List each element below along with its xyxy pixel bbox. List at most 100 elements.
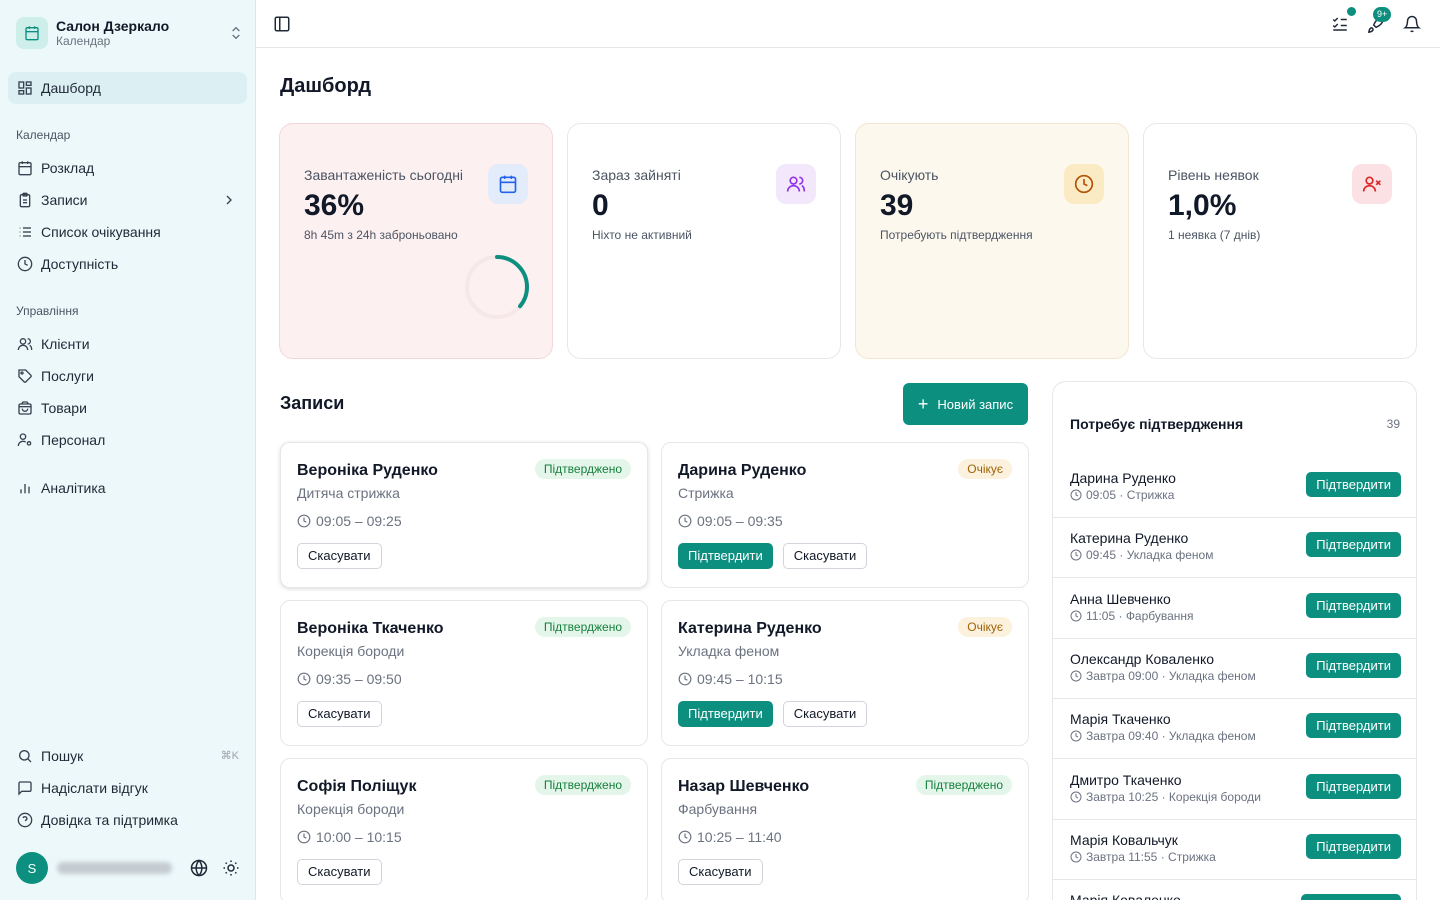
stat-value: 36% (304, 189, 365, 222)
pending-row[interactable]: Анна Шевченко 11:05 · Фарбування Підтверди… (1053, 579, 1416, 639)
appointment-card[interactable]: Катерина Руденко Укладка феном 09:45 – 1… (661, 600, 1029, 746)
sidebar-item-services[interactable]: Послуги (8, 360, 247, 392)
sidebar-item-products[interactable]: Товари (8, 392, 247, 424)
appointment-card[interactable]: Дарина Руденко Стрижка 09:05 – 09:35 Очі… (661, 442, 1029, 588)
sidebar-item-feedback[interactable]: Надіслати відгук (8, 772, 247, 804)
client-name: Марія Коваленко (1070, 892, 1181, 900)
client-name: Катерина Руденко (678, 620, 822, 637)
sidebar-item-waitlist[interactable]: Список очікування (8, 216, 247, 248)
client-name: Дарина Руденко (678, 462, 807, 479)
service-name: Корекція бороди (297, 643, 405, 659)
sidebar-item-dashboard[interactable]: Дашборд (8, 72, 247, 104)
stat-card-no-show-rate: Рівень неявок 1,0% 1 неявка (7 днів) (1143, 123, 1417, 359)
clock-icon (1064, 164, 1104, 204)
message-square-icon (17, 780, 33, 796)
stat-card-pending: Очікують 39 Потребують підтвердження (855, 123, 1129, 359)
client-name: Анна Шевченко (1070, 590, 1171, 607)
sidebar-item-clients[interactable]: Клієнти (8, 328, 247, 360)
appointment-time: 10:25 – 11:40 (678, 829, 782, 845)
sun-icon[interactable] (222, 859, 240, 877)
calendar-icon (16, 17, 48, 49)
client-name: Вероніка Руденко (297, 462, 438, 479)
confirm-button[interactable]: Підтвердити (1306, 592, 1401, 618)
appointment-card[interactable]: Назар Шевченко Фарбування 10:25 – 11:40 … (661, 758, 1029, 900)
separator-dot: · (1158, 668, 1169, 683)
cancel-button[interactable]: Скасувати (297, 701, 382, 727)
status-badge: Підтверджено (534, 617, 631, 637)
confirm-button[interactable]: Підтвердити (1306, 652, 1401, 678)
separator-dot: · (1116, 488, 1127, 502)
pending-row[interactable]: Марія Ковальчук Завтра 11:55 · Стрижка Під… (1053, 820, 1416, 880)
nav-section-calendar: Календар (16, 128, 71, 142)
confirm-button[interactable]: Підтвердити (1306, 833, 1401, 859)
confirm-button[interactable]: Підтвердити (1306, 472, 1401, 497)
pending-confirmation-panel: Потребує підтвердження 39 Дарина Руденко… (1052, 381, 1417, 900)
sidebar-toggle-icon[interactable] (273, 15, 291, 33)
pending-row[interactable]: Катерина Руденко 09:45 · Укладка феном Під… (1053, 518, 1416, 579)
cancel-button[interactable]: Скасувати (782, 543, 868, 569)
pending-count: 39 (1386, 417, 1400, 431)
new-appointment-button[interactable]: + Новий запис (903, 383, 1028, 425)
sidebar-item-availability[interactable]: Доступність (8, 248, 247, 280)
confirm-button[interactable]: Підтвердити (1306, 532, 1401, 558)
confirm-button[interactable]: Підтвердити (1306, 773, 1401, 799)
appointment-meta: 09:45 · Укладка феном (1070, 548, 1213, 562)
time-range: 09:35 – 09:50 (316, 671, 402, 687)
appointment-meta: Завтра 09:40 · Укладка феном (1070, 729, 1256, 743)
appointment-card[interactable]: Вероніка Руденко Дитяча стрижка 09:05 – … (280, 442, 648, 588)
sidebar-item-label: Список очікування (41, 224, 161, 240)
service-name: Укладка феном (678, 643, 780, 659)
appointment-when: 09:05 (1086, 488, 1117, 502)
clock-icon (1070, 670, 1086, 682)
confirm-button[interactable]: Підтвердити (678, 701, 773, 727)
clock-icon (17, 256, 33, 272)
pending-row[interactable]: Марія Коваленко (1053, 880, 1416, 900)
status-badge: Очікує (958, 617, 1012, 637)
page-title: Дашборд (280, 75, 372, 97)
service-name: Дитяча стрижка (297, 485, 400, 501)
user-email-redacted (57, 862, 172, 874)
globe-icon[interactable] (190, 859, 208, 877)
sidebar-item-staff[interactable]: Персонал (8, 424, 247, 456)
list-icon (17, 224, 33, 240)
pending-row[interactable]: Олександр Коваленко Завтра 09:00 · Укладк… (1053, 639, 1416, 699)
separator-dot: · (1157, 849, 1169, 864)
pending-row[interactable]: Марія Ткаченко Завтра 09:40 · Укладка фен… (1053, 699, 1416, 760)
cancel-button[interactable]: Скасувати (782, 701, 868, 727)
sidebar-item-analytics[interactable]: Аналітика (8, 472, 247, 504)
confirm-button[interactable]: Підтвердити (1306, 713, 1401, 739)
sidebar-item-label: Послуги (41, 368, 94, 384)
user-menu[interactable]: S (16, 852, 246, 884)
cancel-button[interactable]: Скасувати (297, 859, 382, 885)
users-icon (17, 336, 33, 352)
occupancy-progress-ring (465, 255, 529, 319)
service-name: Стрижка (1168, 849, 1216, 864)
clock-icon (1070, 730, 1086, 742)
appointment-time: 09:35 – 09:50 (297, 671, 402, 687)
sidebar-item-schedule[interactable]: Розклад (8, 152, 247, 184)
calendar-icon (488, 164, 528, 204)
stat-subtext: Потребують підтвердження (880, 228, 1033, 242)
status-badge: Очікує (958, 459, 1012, 479)
bell-icon[interactable] (1403, 15, 1421, 33)
cancel-button[interactable]: Скасувати (678, 859, 763, 885)
org-switcher[interactable]: Салон Дзеркало Календар (16, 16, 244, 50)
service-name: Стрижка (678, 485, 734, 501)
confirm-button[interactable] (1301, 894, 1401, 900)
sidebar-item-search[interactable]: Пошук ⌘K (8, 740, 247, 772)
sidebar-item-records[interactable]: Записи (8, 184, 247, 216)
appointment-meta: 11:05 · Фарбування (1070, 609, 1194, 623)
sidebar-item-help[interactable]: Довідка та підтримка (8, 804, 247, 836)
appointment-card[interactable]: Вероніка Ткаченко Корекція бороди 09:35 … (280, 600, 648, 746)
sidebar-item-label: Клієнти (41, 336, 90, 352)
pending-row[interactable]: Дмитро Ткаченко Завтра 10:25 · Корекція б… (1053, 760, 1416, 820)
separator-dot: · (1158, 729, 1169, 744)
tasks-icon[interactable] (1331, 15, 1349, 33)
client-name: Дарина Руденко (1070, 470, 1176, 486)
confirm-button[interactable]: Підтвердити (678, 543, 773, 569)
appointment-card[interactable]: Софія Поліщук Корекція бороди 10:00 – 10… (280, 758, 648, 900)
cancel-button[interactable]: Скасувати (297, 543, 382, 569)
client-name: Софія Поліщук (297, 778, 417, 795)
pending-row[interactable]: Дарина Руденко 09:05 · Стрижка Підтвердити (1053, 458, 1416, 518)
sidebar: Салон Дзеркало Календар Дашборд Календар… (0, 0, 256, 900)
